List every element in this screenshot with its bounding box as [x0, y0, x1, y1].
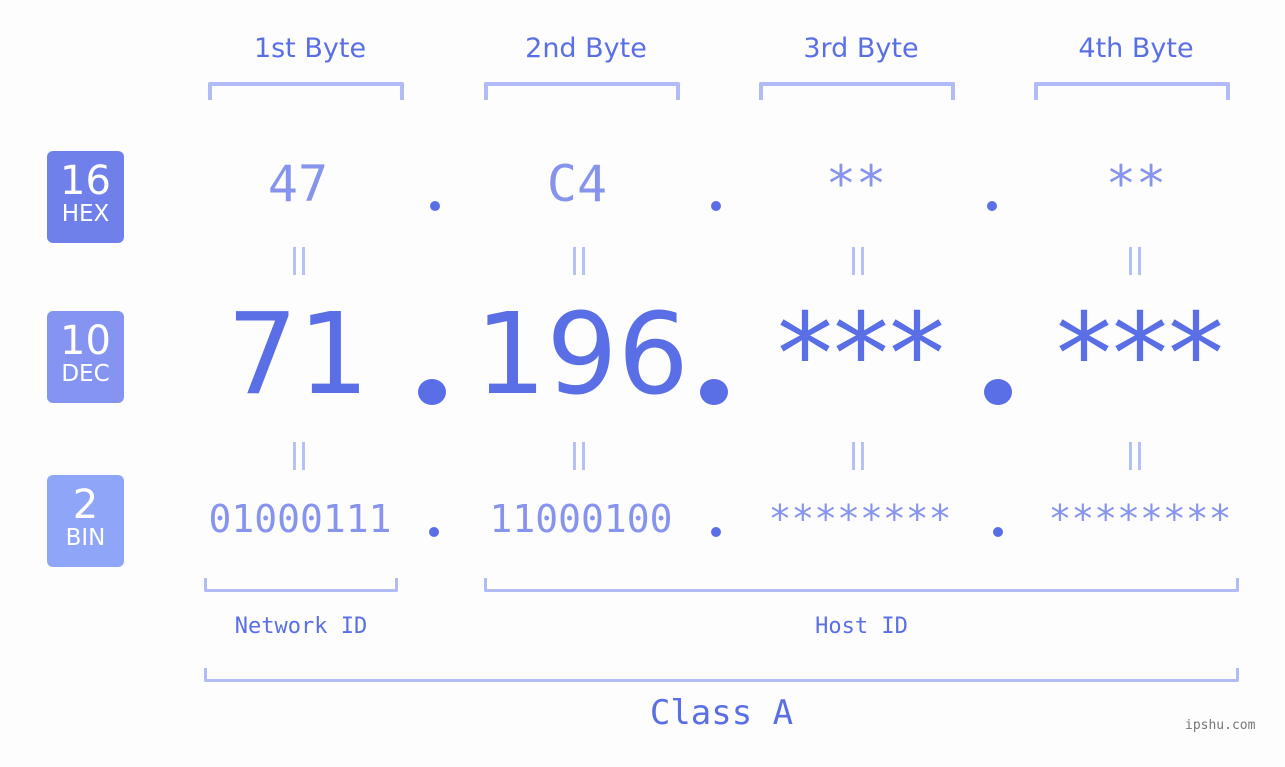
byte-4-bracket	[1034, 82, 1230, 100]
hex-label: HEX	[61, 201, 110, 227]
equals-icon	[573, 442, 585, 470]
host-id-label: Host ID	[815, 614, 908, 639]
byte-1-bracket	[208, 82, 404, 100]
bin-byte-2: 11000100	[489, 497, 673, 541]
dec-label: DEC	[61, 361, 110, 387]
hex-byte-1: 47	[267, 155, 329, 213]
network-id-bracket	[204, 578, 398, 592]
hex-dot-1	[430, 201, 440, 211]
bin-byte-4: ********	[1048, 497, 1232, 541]
dec-badge: 10 DEC	[47, 311, 124, 403]
hex-byte-3: **	[825, 155, 887, 213]
bin-base: 2	[72, 482, 99, 528]
bin-dot-1	[429, 527, 439, 537]
dec-byte-3: ***	[777, 290, 945, 420]
bin-badge: 2 BIN	[47, 475, 124, 567]
watermark: ipshu.com	[1185, 718, 1256, 733]
dec-dot-2	[700, 379, 728, 405]
dec-dot-1	[418, 379, 446, 405]
bin-dot-3	[993, 527, 1003, 537]
dec-byte-1: 71	[226, 290, 370, 420]
bin-dot-2	[711, 527, 721, 537]
dec-dot-3	[984, 379, 1012, 405]
byte-3-bracket	[759, 82, 955, 100]
dec-base: 10	[60, 318, 111, 364]
equals-icon	[573, 247, 585, 275]
header-byte-1: 1st Byte	[253, 33, 367, 64]
equals-icon	[1129, 442, 1141, 470]
host-id-bracket	[484, 578, 1239, 592]
hex-badge: 16 HEX	[47, 151, 124, 243]
equals-icon	[293, 247, 305, 275]
bin-label: BIN	[65, 525, 106, 551]
dec-byte-2: 196	[475, 290, 689, 420]
class-label: Class A	[649, 693, 794, 733]
bin-byte-1: 01000111	[208, 497, 392, 541]
header-byte-2: 2nd Byte	[525, 33, 647, 64]
equals-icon	[852, 442, 864, 470]
equals-icon	[1129, 247, 1141, 275]
hex-byte-2: C4	[546, 155, 608, 213]
class-bracket	[204, 668, 1239, 682]
hex-base: 16	[60, 158, 111, 204]
equals-icon	[852, 247, 864, 275]
header-byte-3: 3rd Byte	[803, 33, 919, 64]
hex-dot-2	[711, 201, 721, 211]
network-id-label: Network ID	[234, 614, 368, 639]
bin-byte-3: ********	[768, 497, 952, 541]
hex-dot-3	[987, 201, 997, 211]
byte-2-bracket	[484, 82, 680, 100]
header-byte-4: 4th Byte	[1078, 33, 1194, 64]
hex-byte-4: **	[1105, 155, 1167, 213]
equals-icon	[293, 442, 305, 470]
dec-byte-4: ***	[1056, 290, 1224, 420]
